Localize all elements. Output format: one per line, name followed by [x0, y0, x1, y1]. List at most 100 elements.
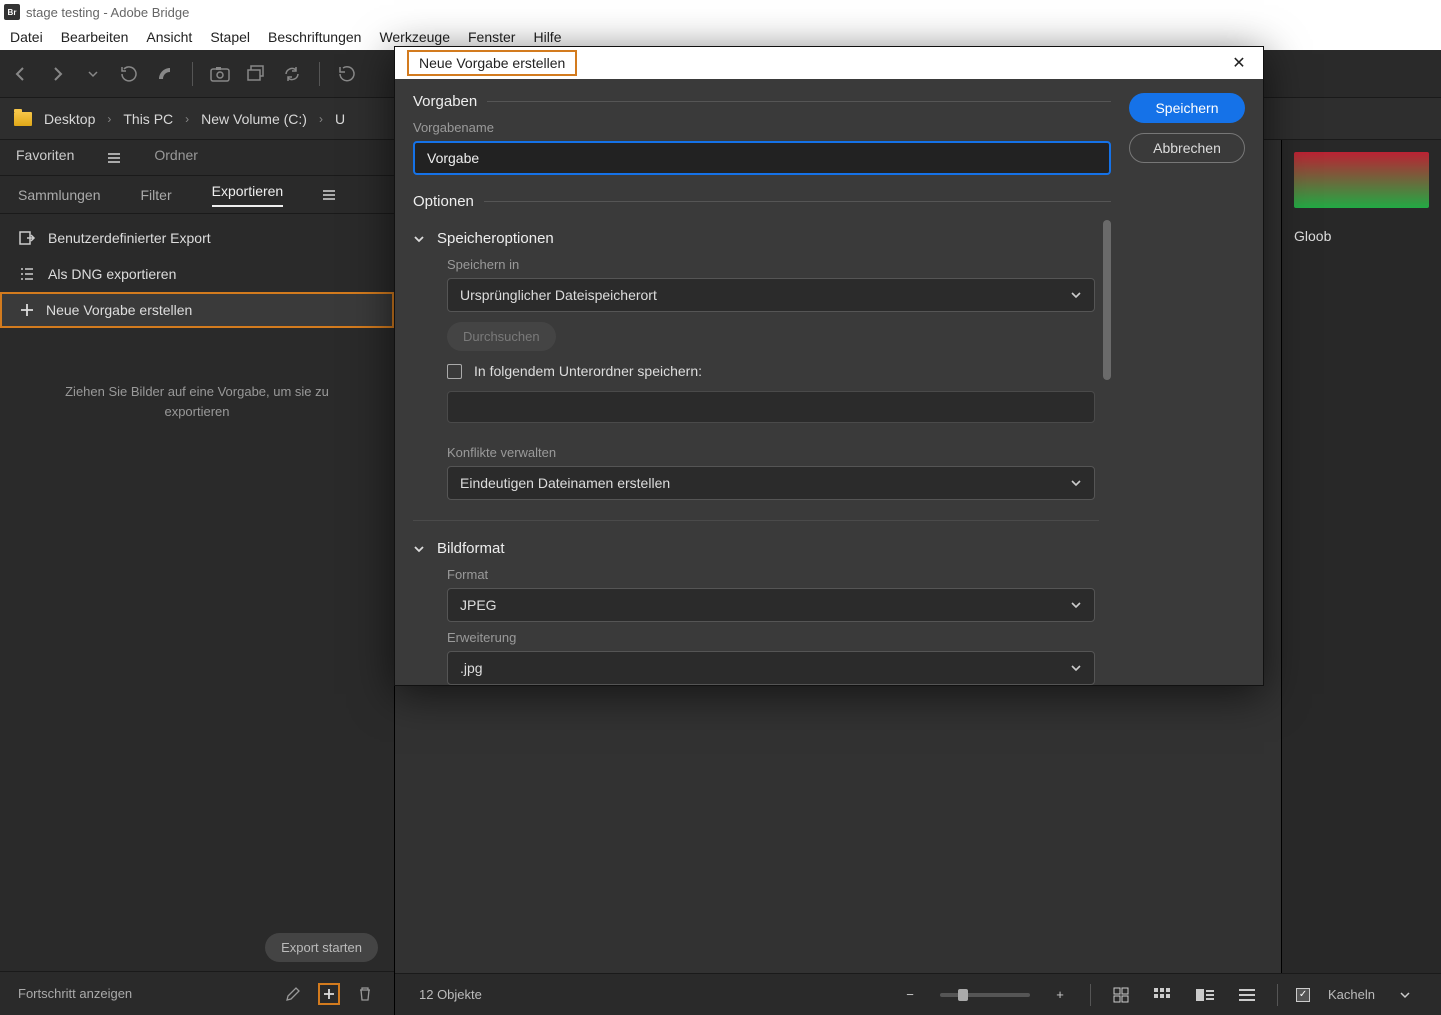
save-in-dropdown[interactable]: Ursprünglicher Dateispeicherort: [447, 278, 1095, 312]
zoom-slider[interactable]: [940, 993, 1030, 997]
list-icon: [18, 265, 36, 283]
chevron-down-icon: [1070, 662, 1082, 674]
dropdown-value: Ursprünglicher Dateispeicherort: [460, 287, 657, 303]
zoom-out-icon[interactable]: −: [898, 983, 922, 1007]
dropdown-value: .jpg: [460, 660, 483, 676]
dialog-title: Neue Vorgabe erstellen: [407, 50, 577, 76]
chevron-down-icon: [1070, 289, 1082, 301]
content-footer: 12 Objekte − + ✓ Kacheln: [395, 973, 1441, 1015]
view-list-icon[interactable]: [1235, 983, 1259, 1007]
rotate-ccw-icon[interactable]: [334, 61, 360, 87]
ext-dropdown[interactable]: .jpg: [447, 651, 1095, 685]
ext-label: Erweiterung: [447, 630, 1095, 645]
group-label: Speicheroptionen: [437, 230, 554, 247]
folder-icon: [14, 112, 32, 126]
dropdown-value: JPEG: [460, 597, 497, 613]
section-vorgaben: Vorgaben: [413, 93, 477, 110]
export-new-preset[interactable]: Neue Vorgabe erstellen: [0, 292, 394, 328]
crumb-thispc[interactable]: This PC: [123, 111, 173, 127]
chevron-down-icon[interactable]: [80, 61, 106, 87]
menu-fenster[interactable]: Fenster: [468, 29, 515, 45]
nav-forward-icon[interactable]: [44, 61, 70, 87]
view-tiles-icon[interactable]: [1151, 983, 1175, 1007]
cancel-button[interactable]: Abbrechen: [1129, 133, 1245, 163]
trash-icon[interactable]: [354, 983, 376, 1005]
crumb-last[interactable]: U: [335, 111, 345, 127]
chevron-right-icon: ›: [319, 112, 323, 126]
dropdown-value: Eindeutigen Dateinamen erstellen: [460, 475, 670, 491]
menu-hilfe[interactable]: Hilfe: [533, 29, 561, 45]
section-optionen: Optionen: [413, 193, 474, 210]
export-preset-list: Benutzerdefinierter Export Als DNG expor…: [0, 214, 394, 334]
dialog-titlebar: Neue Vorgabe erstellen ✕: [395, 47, 1263, 79]
browse-button: Durchsuchen: [447, 322, 556, 351]
new-preset-dialog: Neue Vorgabe erstellen ✕ Vorgaben Vorgab…: [394, 46, 1264, 686]
export-item-label: Als DNG exportieren: [48, 266, 176, 282]
edit-icon[interactable]: [282, 983, 304, 1005]
tab-sammlungen[interactable]: Sammlungen: [18, 187, 101, 203]
thumbnail-label: Gloob: [1294, 228, 1429, 244]
crumb-desktop[interactable]: Desktop: [44, 111, 95, 127]
window-title: stage testing - Adobe Bridge: [26, 5, 189, 20]
menu-icon[interactable]: [108, 153, 120, 163]
subfolder-checkbox[interactable]: [447, 364, 462, 379]
zoom-in-icon[interactable]: +: [1048, 983, 1072, 1007]
export-start-button[interactable]: Export starten: [265, 933, 378, 962]
export-dng[interactable]: Als DNG exportieren: [0, 256, 394, 292]
tab-favoriten[interactable]: Favoriten: [16, 147, 74, 169]
close-icon[interactable]: ✕: [1227, 51, 1251, 75]
camera-icon[interactable]: [207, 61, 233, 87]
group-label: Bildformat: [437, 540, 505, 557]
format-dropdown[interactable]: JPEG: [447, 588, 1095, 622]
chevron-down-icon[interactable]: [1393, 983, 1417, 1007]
nav-back-icon[interactable]: [8, 61, 34, 87]
save-button[interactable]: Speichern: [1129, 93, 1245, 123]
view-detail-icon[interactable]: [1193, 983, 1217, 1007]
stack-icon[interactable]: [243, 61, 269, 87]
left-tabs-top: Favoriten Ordner: [0, 140, 394, 176]
menu-werkzeuge[interactable]: Werkzeuge: [379, 29, 450, 45]
subfolder-input[interactable]: [447, 391, 1095, 423]
tab-exportieren[interactable]: Exportieren: [212, 183, 284, 207]
plus-icon: [20, 303, 34, 317]
view-grid-icon[interactable]: [1109, 983, 1133, 1007]
export-item-label: Benutzerdefinierter Export: [48, 230, 211, 246]
chevron-down-icon: [1070, 599, 1082, 611]
tab-filter[interactable]: Filter: [141, 187, 172, 203]
crumb-volume[interactable]: New Volume (C:): [201, 111, 307, 127]
object-count: 12 Objekte: [419, 987, 482, 1002]
add-preset-icon[interactable]: [318, 983, 340, 1005]
thumbnail[interactable]: [1294, 152, 1429, 208]
conflict-dropdown[interactable]: Eindeutigen Dateinamen erstellen: [447, 466, 1095, 500]
group-save-options[interactable]: Speicheroptionen: [413, 230, 1099, 247]
menu-icon[interactable]: [323, 190, 335, 200]
preset-name-input[interactable]: [413, 141, 1111, 175]
refresh-icon[interactable]: [279, 61, 305, 87]
chevron-down-icon: [1070, 477, 1082, 489]
dialog-scrollbar[interactable]: [1103, 220, 1111, 380]
group-image-format[interactable]: Bildformat: [413, 540, 1099, 557]
menu-ansicht[interactable]: Ansicht: [146, 29, 192, 45]
export-icon: [18, 229, 36, 247]
menu-datei[interactable]: Datei: [10, 29, 43, 45]
chevron-down-icon: [413, 543, 425, 555]
left-panel: Favoriten Ordner Sammlungen Filter Expor…: [0, 140, 395, 1015]
save-in-label: Speichern in: [447, 257, 1095, 272]
progress-label[interactable]: Fortschritt anzeigen: [18, 986, 132, 1001]
boomerang-icon[interactable]: [152, 61, 178, 87]
menu-beschriftungen[interactable]: Beschriftungen: [268, 29, 361, 45]
preset-name-label: Vorgabename: [413, 120, 1111, 135]
export-hint: Ziehen Sie Bilder auf eine Vorgabe, um s…: [0, 334, 394, 469]
app-icon: Br: [4, 4, 20, 20]
tiles-label: Kacheln: [1328, 987, 1375, 1002]
menu-stapel[interactable]: Stapel: [210, 29, 250, 45]
menu-bearbeiten[interactable]: Bearbeiten: [61, 29, 129, 45]
right-panel: Gloob: [1281, 140, 1441, 973]
format-label: Format: [447, 567, 1095, 582]
conflict-label: Konflikte verwalten: [447, 445, 1095, 460]
window-titlebar: Br stage testing - Adobe Bridge: [0, 0, 1441, 24]
history-icon[interactable]: [116, 61, 142, 87]
export-custom[interactable]: Benutzerdefinierter Export: [0, 220, 394, 256]
tiles-checkbox[interactable]: ✓: [1296, 988, 1310, 1002]
tab-ordner[interactable]: Ordner: [154, 147, 198, 169]
